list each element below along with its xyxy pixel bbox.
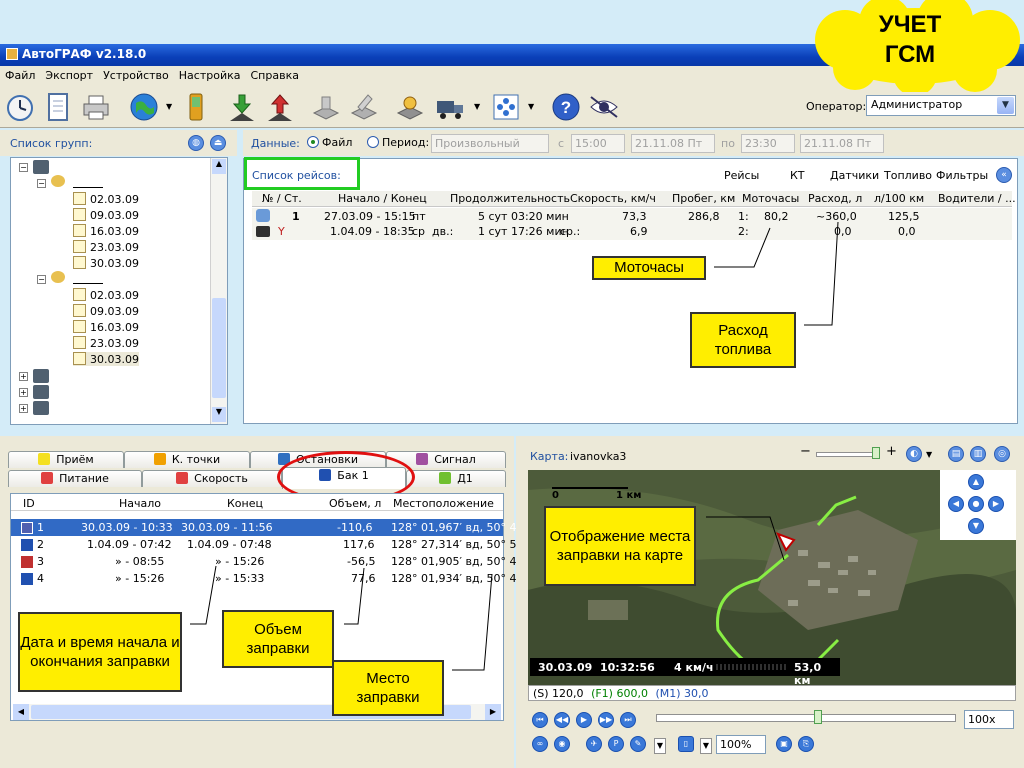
- slide-title: УЧЕТ ГСМ: [840, 10, 980, 70]
- callout-motohours: Моточасы: [592, 256, 706, 280]
- callout-datetime: Дата и время начала и окончания заправки: [18, 612, 182, 692]
- callout-volume: Объем заправки: [222, 610, 334, 668]
- slide-title-line2: ГСМ: [884, 41, 936, 68]
- callout-map-place: Отображение места заправки на карте: [544, 506, 696, 586]
- callout-place: Место заправки: [332, 660, 444, 716]
- slide-title-line1: УЧЕТ: [878, 11, 942, 38]
- callout-consumption: Расход топлива: [690, 312, 796, 368]
